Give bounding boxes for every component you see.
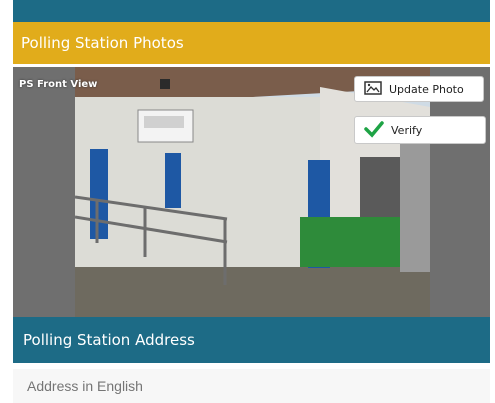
update-photo-button[interactable]: Update Photo	[354, 76, 484, 102]
address-english-input[interactable]	[13, 369, 490, 403]
app-screen: Polling Station Photos PS Front View Upd…	[0, 0, 495, 403]
image-icon	[363, 80, 383, 99]
verify-label: Verify	[391, 123, 423, 137]
checkmark-icon	[363, 120, 385, 141]
photos-section-header: Polling Station Photos	[13, 22, 490, 64]
address-section-header: Polling Station Address	[13, 317, 490, 363]
update-photo-label: Update Photo	[389, 82, 464, 96]
photo-carousel[interactable]: PS Front View	[13, 67, 490, 317]
polling-station-photo[interactable]	[75, 67, 430, 317]
verify-button[interactable]: Verify	[354, 116, 486, 144]
photo-caption: PS Front View	[19, 79, 98, 90]
photos-section-title: Polling Station Photos	[21, 34, 184, 52]
address-section-title: Polling Station Address	[23, 331, 195, 349]
top-app-bar	[13, 0, 490, 22]
building-photo-image	[75, 67, 430, 317]
